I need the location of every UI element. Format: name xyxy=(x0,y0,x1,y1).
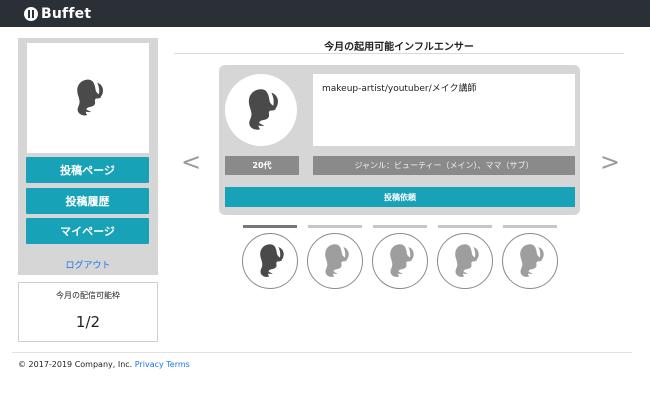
sidebar-panel: 投稿ページ 投稿履歴 マイページ ログアウト xyxy=(18,38,158,275)
thumbnail-2[interactable] xyxy=(307,225,364,289)
age-badge: 20代 xyxy=(225,156,299,175)
influencer-avatar xyxy=(225,74,297,146)
privacy-link[interactable]: Privacy xyxy=(135,360,164,369)
influencer-card: makeup-artist/youtuber/メイク講師 20代 ジャンル：ビュ… xyxy=(219,65,580,215)
genre-badge: ジャンル：ビューティー（メイン）、ママ（サブ） xyxy=(313,156,575,175)
post-request-button[interactable]: 投稿依頼 xyxy=(225,187,575,207)
footer: © 2017-2019 Company, Inc. Privacy Terms xyxy=(18,360,190,369)
prev-arrow-icon[interactable]: < xyxy=(181,150,201,174)
title-divider xyxy=(174,53,624,54)
thumbnail-indicator xyxy=(503,225,557,228)
thumbnail-indicator xyxy=(373,225,427,228)
copyright-text: © 2017-2019 Company, Inc. xyxy=(18,360,133,369)
page-title: 今月の起用可能インフルエンサー xyxy=(324,42,474,53)
woman-profile-icon xyxy=(390,244,414,277)
thumbnail-indicator xyxy=(243,225,297,228)
thumbnail-1[interactable] xyxy=(242,225,299,289)
footer-divider xyxy=(12,352,632,353)
post-page-button[interactable]: 投稿ページ xyxy=(26,157,149,183)
quota-label: 今月の配信可能枠 xyxy=(56,291,120,300)
woman-profile-icon xyxy=(325,244,349,277)
thumbnail-avatar[interactable] xyxy=(242,233,298,289)
thumbnail-avatar[interactable] xyxy=(307,233,363,289)
thumbnail-indicator xyxy=(308,225,362,228)
next-arrow-icon[interactable]: > xyxy=(600,150,620,174)
fork-knife-icon xyxy=(24,6,38,21)
woman-profile-icon xyxy=(455,244,479,277)
logout-link[interactable]: ログアウト xyxy=(18,258,158,271)
thumbnail-indicator xyxy=(438,225,492,228)
woman-profile-icon xyxy=(248,89,279,130)
quota-value: 1/2 xyxy=(75,313,101,331)
thumbnail-avatar[interactable] xyxy=(437,233,493,289)
thumbnail-avatar[interactable] xyxy=(502,233,558,289)
monthly-quota-box: 今月の配信可能枠 1/2 xyxy=(18,282,158,342)
woman-profile-icon xyxy=(77,79,104,116)
post-history-button[interactable]: 投稿履歴 xyxy=(26,188,149,214)
influencer-bio: makeup-artist/youtuber/メイク講師 xyxy=(313,74,575,146)
thumbnail-3[interactable] xyxy=(372,225,429,289)
thumbnail-5[interactable] xyxy=(502,225,559,289)
woman-profile-icon xyxy=(260,244,284,277)
thumbnail-4[interactable] xyxy=(437,225,494,289)
thumbnail-avatar[interactable] xyxy=(372,233,428,289)
woman-profile-icon xyxy=(520,244,544,277)
terms-link[interactable]: Terms xyxy=(166,360,190,369)
my-page-button[interactable]: マイページ xyxy=(26,218,149,244)
profile-avatar xyxy=(27,43,149,153)
brand-logo[interactable]: Buffet xyxy=(24,4,91,23)
brand-name: Buffet xyxy=(41,5,92,22)
top-navbar: Buffet xyxy=(0,0,650,27)
